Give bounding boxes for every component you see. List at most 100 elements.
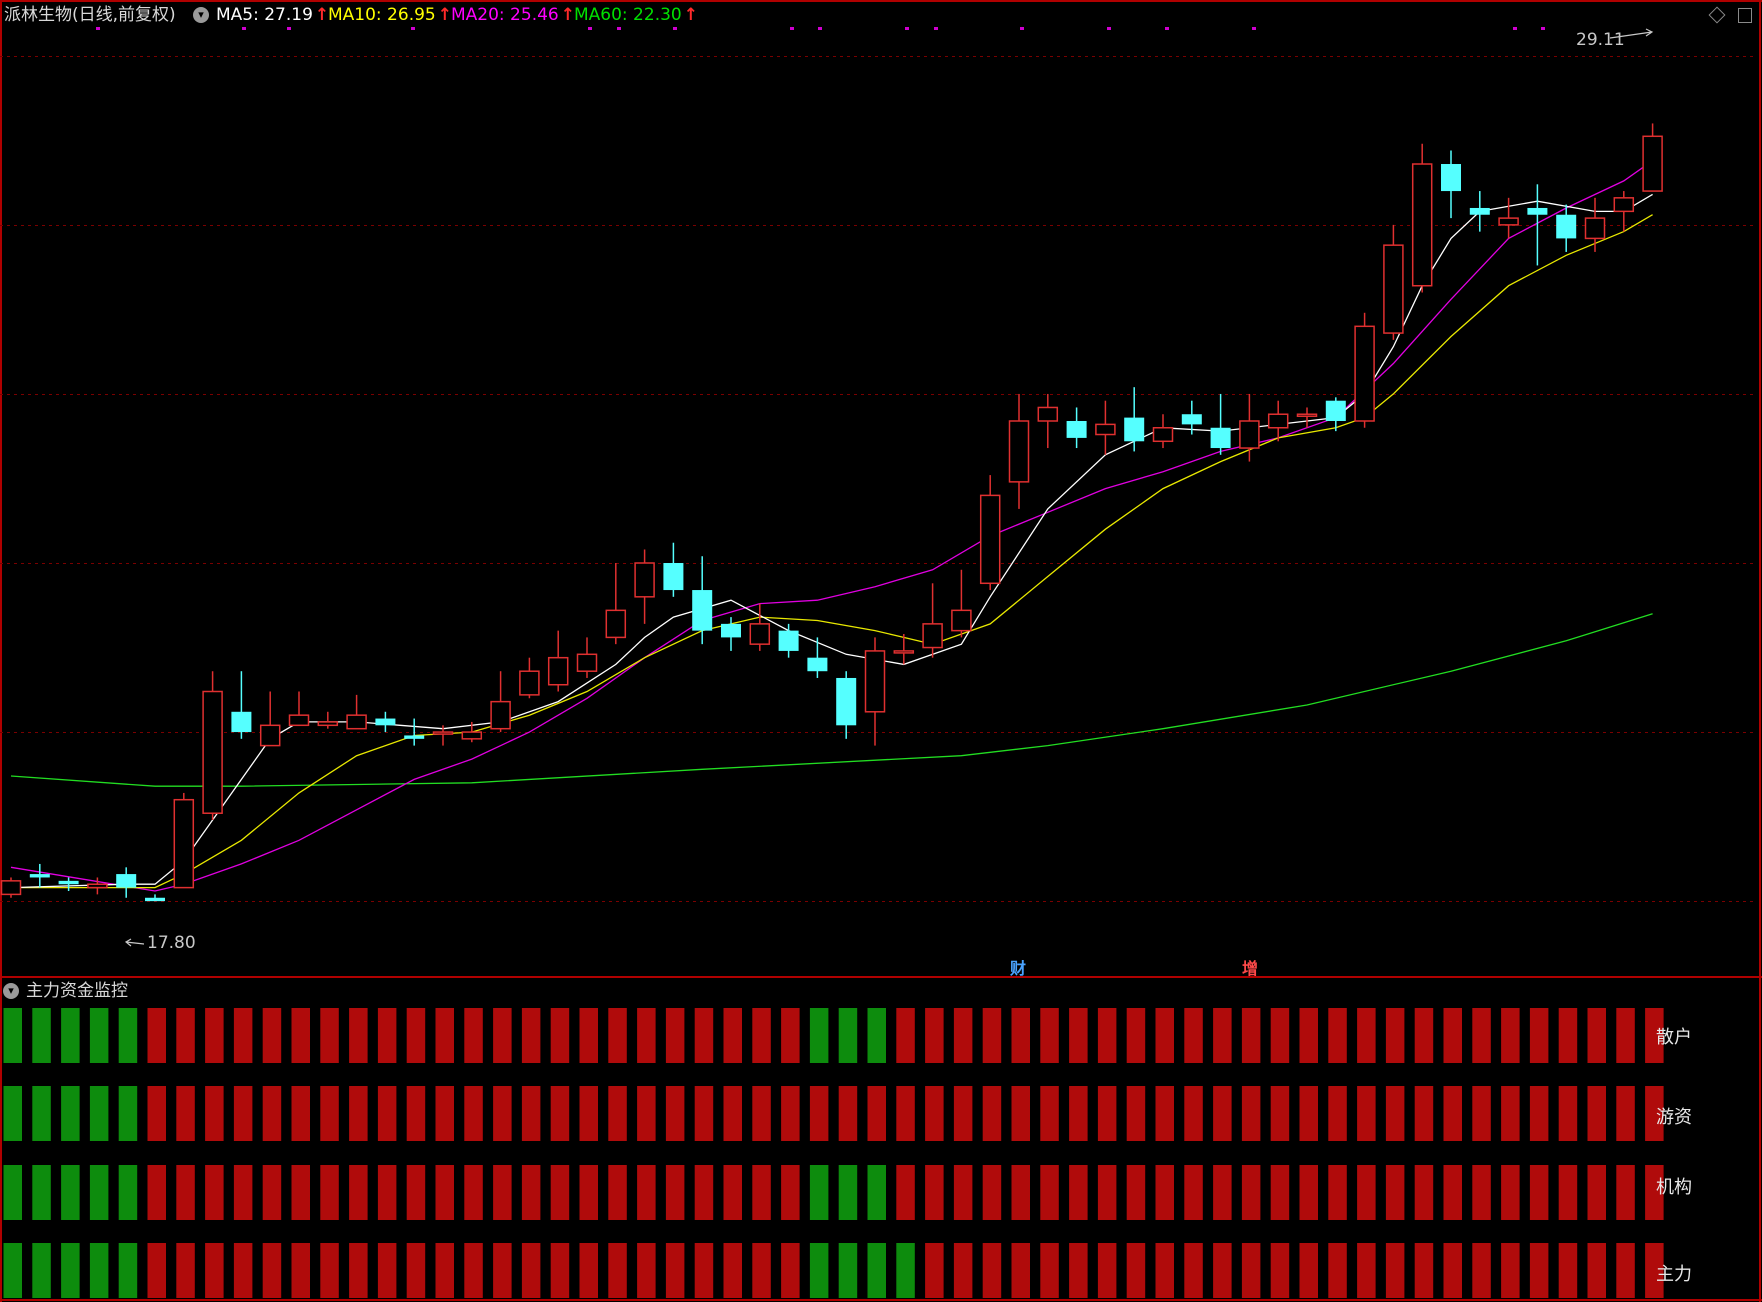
indicator-cell (1328, 1243, 1347, 1298)
candle-body (173, 798, 195, 889)
indicator-cell (61, 1165, 80, 1220)
indicator-cell (1213, 1243, 1232, 1298)
candle-body (1498, 217, 1519, 226)
indicator-cell (147, 1243, 166, 1298)
candle-body (288, 714, 310, 727)
event-tag-finance[interactable]: 财 (1010, 955, 1026, 979)
candle-body (1441, 164, 1461, 192)
stock-title: 派林生物(日线,前复权) (4, 5, 176, 25)
ma20-line (10, 160, 1653, 892)
indicator-cell (464, 1165, 483, 1220)
indicator-cell (1385, 1086, 1405, 1141)
marker-dot (1513, 27, 1517, 30)
indicator-cell (1184, 1086, 1203, 1141)
indicator-cell (1126, 1165, 1146, 1220)
chevron-down-icon[interactable]: ▾ (3, 983, 19, 999)
candle-body (1354, 325, 1375, 422)
marker-dot (617, 27, 621, 30)
candle-body (0, 880, 22, 896)
window-toggle-icon[interactable] (1738, 8, 1752, 23)
kline-chart[interactable] (0, 0, 1762, 1302)
indicator-cell (1184, 1165, 1203, 1220)
marker-dot (96, 27, 100, 30)
marker-dot (673, 27, 677, 30)
indicator-cell (118, 1086, 138, 1141)
indicator-cell (579, 1008, 598, 1063)
candle-body (1181, 414, 1202, 425)
indicator-cell (89, 1165, 109, 1220)
indicator-cell (1501, 1165, 1520, 1220)
indicator-cell (838, 1086, 858, 1141)
candle-body (1613, 197, 1635, 213)
indicator-cell (1097, 1165, 1117, 1220)
candle-body (979, 494, 1001, 585)
indicator-cell (1558, 1243, 1578, 1298)
indicator-cell (349, 1086, 368, 1141)
candle-body (317, 721, 339, 727)
indicator-cell (233, 1165, 253, 1220)
indicator-cell (3, 1086, 22, 1141)
candle-body (404, 735, 425, 739)
candle-body (1383, 244, 1404, 334)
indicator-cell (291, 1086, 310, 1141)
marker-dot (1252, 27, 1256, 30)
event-tag-increase[interactable]: 增 (1242, 955, 1258, 979)
indicator-cell (291, 1243, 310, 1298)
indicator-cell (1069, 1008, 1088, 1063)
indicator-cell (1587, 1165, 1606, 1220)
indicator-cell (89, 1008, 109, 1063)
indicator-cell (752, 1243, 771, 1298)
indicator-cell (665, 1008, 685, 1063)
indicator-cell (493, 1086, 512, 1141)
up-arrow-icon: ↑ (683, 5, 698, 25)
marker-dot (905, 27, 909, 30)
indicator-cell (838, 1243, 858, 1298)
candle-body (547, 656, 569, 686)
indicator-cell (1472, 1086, 1491, 1141)
ma5-label: MA5: 27.19 (216, 5, 313, 25)
ma10-line (11, 214, 1653, 889)
indicator-cell (1213, 1165, 1232, 1220)
indicator-cell (781, 1086, 800, 1141)
indicator-cell (867, 1165, 886, 1220)
indicator-cell (1357, 1086, 1376, 1141)
indicator-cell (1011, 1086, 1030, 1141)
indicator-cell (291, 1165, 310, 1220)
indicator-cell (694, 1008, 714, 1063)
indicator-cell (1299, 1165, 1318, 1220)
indicator-cell (61, 1086, 80, 1141)
ma20-label: MA20: 25.46 (451, 5, 559, 25)
indicator-cell (838, 1165, 858, 1220)
candle-body (1584, 217, 1606, 240)
indicator-cell (1328, 1086, 1347, 1141)
indicator-cell (896, 1243, 915, 1298)
indicator-cell (1529, 1086, 1549, 1141)
candle-body (778, 630, 799, 651)
indicator-cell (723, 1165, 742, 1220)
indicator-cell (291, 1008, 310, 1063)
indicator-cell (233, 1086, 253, 1141)
indicator-cell (435, 1086, 454, 1141)
indicator-cell (1587, 1008, 1606, 1063)
candle-body (461, 731, 483, 740)
indicator-cell (1616, 1165, 1635, 1220)
indicator-cell (1270, 1086, 1290, 1141)
indicator-cell (1501, 1008, 1520, 1063)
indicator-cell (233, 1008, 253, 1063)
indicator-cell (579, 1243, 598, 1298)
candle-body (375, 718, 396, 726)
indicator-cell (925, 1243, 944, 1298)
candle-body (605, 609, 627, 639)
candle-body (346, 714, 367, 730)
indicator-cell (579, 1086, 598, 1141)
candle-body (807, 657, 828, 672)
chevron-down-icon[interactable]: ▾ (193, 7, 209, 23)
indicator-cell (781, 1165, 800, 1220)
indicator-cell (809, 1243, 829, 1298)
indicator-cell (723, 1008, 742, 1063)
candle-body (1008, 420, 1030, 483)
indicator-cell (1126, 1243, 1146, 1298)
indicator-cell (637, 1165, 656, 1220)
candle-body (1095, 423, 1116, 436)
candle-body (922, 623, 943, 649)
